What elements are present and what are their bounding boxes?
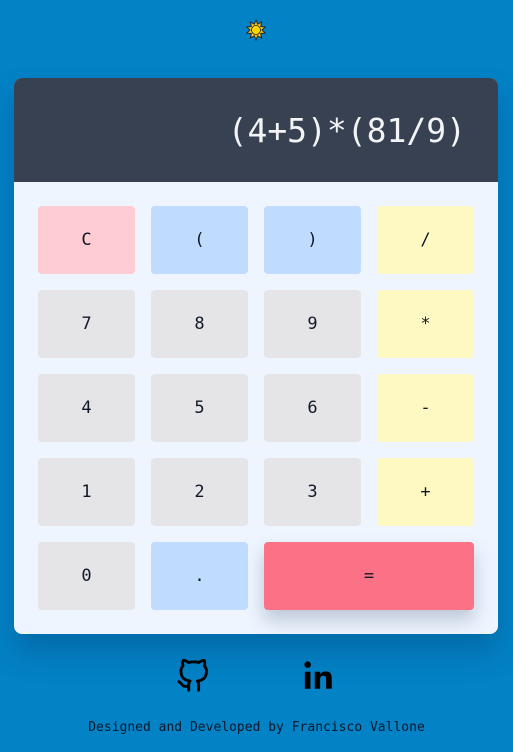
digit-5-button[interactable]: 5 (151, 374, 248, 442)
theme-toggle-button[interactable] (244, 18, 268, 45)
github-link[interactable] (175, 658, 211, 697)
display-expression: (4+5)*(81/9) (227, 110, 466, 150)
subtract-button[interactable]: - (377, 374, 474, 442)
digit-9-button[interactable]: 9 (264, 290, 361, 358)
keypad: C()/ 7 8 9 * 4 5 6- 1 2 3 +0. = (38, 206, 474, 610)
digit-1-button[interactable]: 1 (38, 458, 135, 526)
digit-0-button[interactable]: 0 (38, 542, 135, 610)
open-paren-button[interactable]: ( (151, 206, 248, 274)
clear-button[interactable]: C (38, 206, 135, 274)
social-links (0, 658, 513, 700)
multiply-button[interactable]: * (377, 290, 474, 358)
linkedin-link[interactable] (301, 660, 337, 696)
digit-8-button[interactable]: 8 (151, 290, 248, 358)
decimal-button[interactable]: . (151, 542, 248, 610)
equals-button[interactable]: = (264, 542, 474, 610)
add-button[interactable]: + (377, 458, 474, 526)
calculator: (4+5)*(81/9) C()/ 7 8 9 * 4 5 6- 1 2 3 +0. = (14, 78, 498, 634)
digit-7-button[interactable]: 7 (38, 290, 135, 358)
linkedin-icon (302, 659, 336, 697)
footer-credits: Designed and Developed by Francisco Vall… (88, 720, 425, 735)
calculator-display: (4+5)*(81/9) (14, 78, 498, 182)
github-icon (176, 658, 210, 697)
digit-2-button[interactable]: 2 (151, 458, 248, 526)
sun-icon (245, 18, 267, 45)
digit-6-button[interactable]: 6 (264, 374, 361, 442)
digit-4-button[interactable]: 4 (38, 374, 135, 442)
close-paren-button[interactable]: ) (264, 206, 361, 274)
divide-button[interactable]: / (377, 206, 474, 274)
digit-3-button[interactable]: 3 (264, 458, 361, 526)
